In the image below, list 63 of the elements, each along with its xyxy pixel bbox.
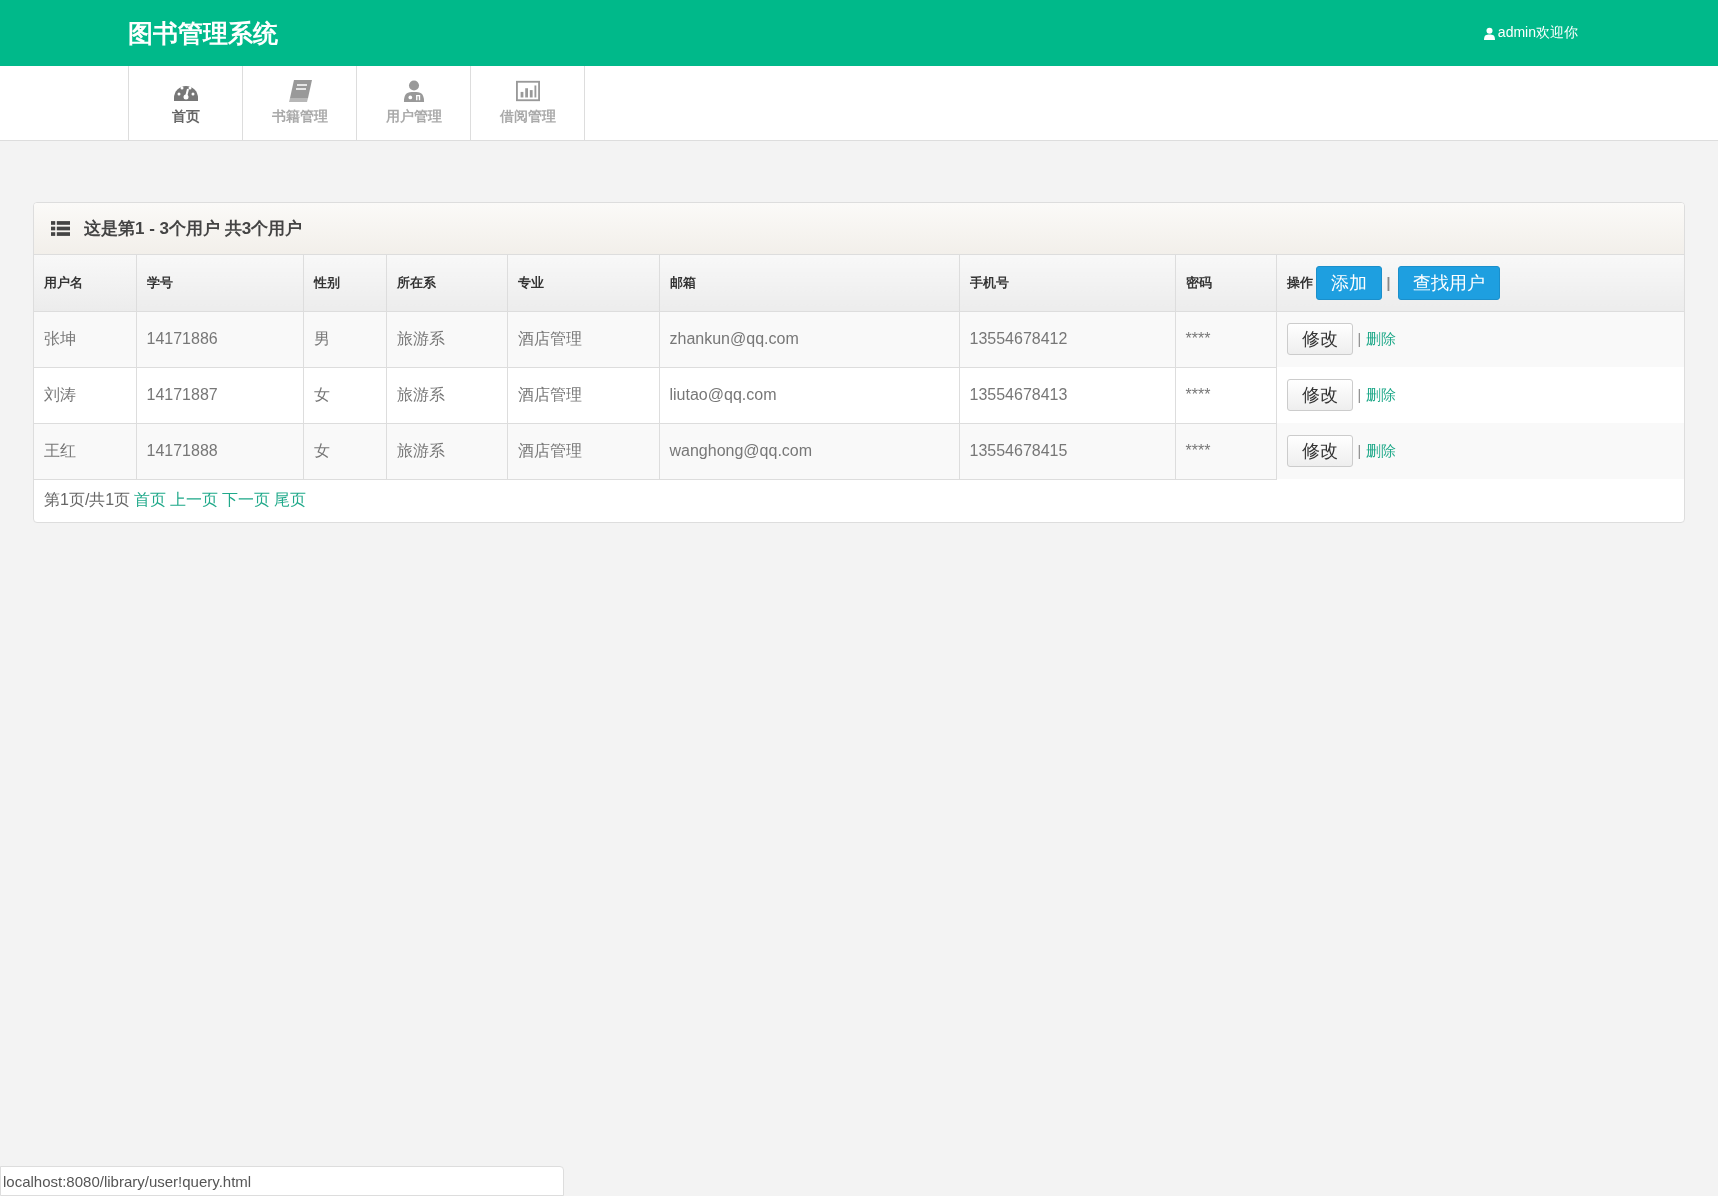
column-header: 专业: [507, 255, 659, 311]
pagination-link[interactable]: 首页: [134, 490, 167, 511]
panel-title: 这是第1 - 3个用户 共3个用户: [84, 218, 303, 240]
column-header: 操作: [1286, 274, 1313, 290]
pagination-link[interactable]: 下一页: [222, 490, 271, 511]
separator-text: |: [1357, 443, 1362, 459]
column-header: 密码: [1175, 255, 1276, 311]
action-button[interactable]: 查找用户: [1398, 265, 1501, 300]
table-cell: 旅游系: [386, 311, 507, 367]
column-header: 所在系: [386, 255, 507, 311]
bar-chart-icon: [515, 80, 540, 102]
column-header: 邮箱: [659, 255, 959, 311]
status-url: localhost:8080/library/user!query.html: [0, 1166, 564, 1196]
delete-link[interactable]: 删除: [1366, 441, 1397, 459]
app-title: 图书管理系统: [128, 17, 278, 49]
column-header: 性别: [303, 255, 386, 311]
nav-tab[interactable]: 书籍管理: [242, 66, 356, 140]
table-cell: 刘涛: [34, 367, 136, 423]
column-header: 手机号: [959, 255, 1175, 311]
pagination-link[interactable]: 上一页: [170, 490, 219, 511]
pagination-link[interactable]: 尾页: [274, 490, 307, 511]
table-cell: 酒店管理: [507, 367, 659, 423]
table-cell: 女: [303, 367, 386, 423]
table-cell: 张坤: [34, 311, 136, 367]
table-cell: 14171886: [136, 311, 303, 367]
table-cell: 王红: [34, 423, 136, 479]
user-greeting: admin欢迎你: [1483, 24, 1578, 42]
action-button[interactable]: 添加: [1315, 265, 1382, 300]
list-icon: [51, 221, 70, 236]
separator-text: |: [1357, 387, 1362, 403]
table-cell: ****: [1175, 311, 1276, 367]
delete-link[interactable]: 删除: [1366, 329, 1397, 347]
table-cell: 13554678415: [959, 423, 1175, 479]
table-cell: 男: [303, 311, 386, 367]
separator-text: |: [1357, 331, 1362, 348]
table-cell: ****: [1175, 367, 1276, 423]
table-cell: liutao@qq.com: [659, 367, 959, 423]
table-cell: 酒店管理: [507, 311, 659, 367]
table-cell: zhankun@qq.com: [659, 311, 959, 367]
table-cell: 酒店管理: [507, 423, 659, 479]
table-cell: 女: [303, 423, 386, 479]
delete-link[interactable]: 删除: [1366, 385, 1397, 403]
separator-text: |: [1386, 274, 1391, 291]
table-cell: 14171887: [136, 367, 303, 423]
page-status: 第1页/共1页: [44, 490, 131, 510]
edit-button[interactable]: 修改: [1286, 435, 1353, 467]
table-cell: ****: [1175, 423, 1276, 479]
table-cell: wanghong@qq.com: [659, 423, 959, 479]
table-cell: 13554678413: [959, 367, 1175, 423]
nav-tab[interactable]: 首页: [128, 66, 242, 140]
table-cell: 旅游系: [386, 367, 507, 423]
column-header: 学号: [136, 255, 303, 311]
user-icon: [1483, 26, 1495, 40]
nav-tab[interactable]: 借阅管理: [470, 66, 585, 140]
doctor-icon: [401, 80, 426, 102]
book-icon: [287, 80, 312, 102]
table-cell: 14171888: [136, 423, 303, 479]
nav-tab[interactable]: 用户管理: [356, 66, 470, 140]
edit-button[interactable]: 修改: [1286, 323, 1353, 356]
table-cell: 旅游系: [386, 423, 507, 479]
edit-button[interactable]: 修改: [1286, 379, 1353, 411]
column-header: 用户名: [34, 255, 136, 311]
table-cell: 13554678412: [959, 311, 1175, 367]
